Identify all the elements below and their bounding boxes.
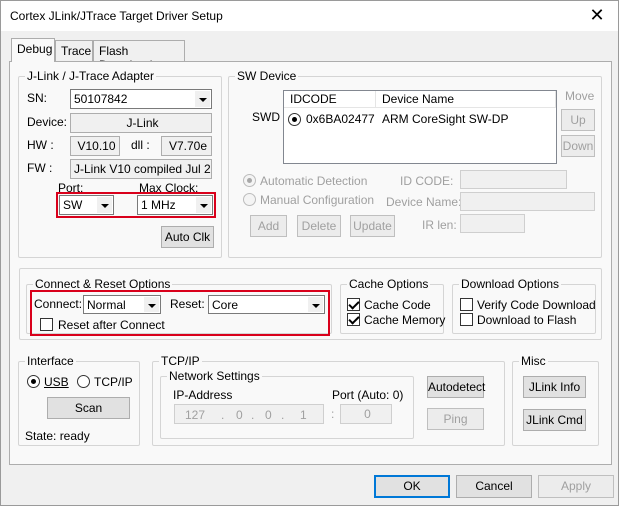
cache-memory-checkbox[interactable] [347, 313, 360, 326]
ping-button[interactable]: Ping [427, 408, 484, 430]
download-to-flash-checkbox[interactable] [460, 313, 473, 326]
dll-field: V7.70e [161, 136, 212, 156]
add-button[interactable]: Add [250, 215, 287, 237]
cache-options-group: Cache Options Cache Code Cache Memory [340, 277, 446, 334]
ip-octet-2: 0 [236, 408, 243, 422]
download-options-group: Download Options Verify Code Download Do… [452, 277, 596, 334]
usb-label: USB [44, 375, 69, 389]
sw-device-legend: SW Device [235, 69, 299, 83]
adapter-group: J-Link / J-Trace Adapter SN: 50107842 De… [18, 69, 222, 258]
tab-debug[interactable]: Debug [11, 38, 55, 62]
device-name-input[interactable] [460, 192, 595, 211]
row-device-name: ARM CoreSight SW-DP [382, 112, 509, 126]
ok-button[interactable]: OK [374, 475, 450, 498]
jlink-cmd-button[interactable]: JLink Cmd [523, 409, 586, 431]
ip-octet-3: 0 [265, 408, 272, 422]
network-settings-group: Network Settings IP-Address Port (Auto: … [160, 369, 414, 439]
move-up-button[interactable]: Up [561, 109, 595, 131]
misc-group: Misc JLink Info JLink Cmd [512, 354, 599, 446]
title-bar: Cortex JLink/JTrace Target Driver Setup … [1, 1, 618, 31]
jlink-info-button[interactable]: JLink Info [523, 376, 586, 398]
debug-tab-panel: J-Link / J-Trace Adapter SN: 50107842 De… [9, 61, 612, 465]
column-header-device-name[interactable]: Device Name [376, 91, 556, 108]
row-idcode: 0x6BA02477 [306, 112, 375, 126]
cache-code-label: Cache Code [364, 298, 431, 312]
verify-code-download-checkbox[interactable] [460, 298, 473, 311]
port-colon: : [331, 407, 335, 421]
ip-dot: . [251, 408, 255, 422]
network-settings-legend: Network Settings [167, 369, 262, 383]
port-auto-label: Port (Auto: 0) [332, 388, 404, 402]
idcode-input[interactable] [460, 170, 567, 189]
adapter-legend: J-Link / J-Trace Adapter [25, 69, 156, 83]
swd-row-label: SWD [252, 110, 280, 124]
sn-select[interactable]: 50107842 [70, 89, 212, 109]
tcpip-legend: TCP/IP [159, 354, 202, 368]
window-title: Cortex JLink/JTrace Target Driver Setup [10, 9, 223, 23]
sw-device-group: SW Device SWD IDCODE Device Name 0x6BA02… [228, 69, 602, 258]
connect-reset-legend: Connect & Reset Options [33, 277, 173, 291]
sw-device-table[interactable]: IDCODE Device Name 0x6BA02477 ARM CoreSi… [283, 90, 557, 164]
sn-value: 50107842 [74, 92, 128, 106]
automatic-detection-radio[interactable] [243, 174, 256, 187]
port-input[interactable]: 0 [340, 404, 392, 424]
sn-label: SN: [27, 91, 48, 105]
column-header-idcode[interactable]: IDCODE [284, 91, 376, 108]
interface-state: State: ready [25, 429, 90, 443]
move-label: Move [565, 89, 595, 103]
ip-dot: . [281, 408, 285, 422]
download-options-legend: Download Options [459, 277, 562, 291]
usb-radio[interactable] [27, 375, 40, 388]
apply-button[interactable]: Apply [538, 475, 614, 498]
tab-trace[interactable]: Trace [55, 40, 93, 62]
ip-octet-4: 1 [300, 408, 307, 422]
misc-legend: Misc [519, 354, 548, 368]
manual-configuration-label: Manual Configuration [260, 193, 375, 207]
port-clock-highlight [56, 192, 216, 218]
update-button[interactable]: Update [350, 215, 395, 237]
connect-reset-highlight [30, 290, 330, 336]
chevron-down-icon[interactable] [194, 91, 210, 107]
tcpip-radio[interactable] [77, 375, 90, 388]
interface-group: Interface USB TCP/IP Scan State: ready [18, 354, 140, 446]
ip-octet-1: 127 [185, 408, 206, 422]
ir-len-label: IR len: [422, 218, 457, 232]
autodetect-button[interactable]: Autodetect [427, 376, 485, 398]
automatic-detection-label: Automatic Detection [260, 174, 368, 188]
cache-options-legend: Cache Options [347, 277, 431, 291]
dll-label: dll : [131, 138, 150, 152]
verify-code-download-label: Verify Code Download [477, 298, 596, 312]
ip-address-input[interactable]: 127 . 0 . 0 . 1 [174, 404, 324, 424]
dialog-window: Cortex JLink/JTrace Target Driver Setup … [0, 0, 619, 506]
tcpip-radio-label: TCP/IP [94, 375, 133, 389]
close-icon[interactable]: ✕ [582, 3, 612, 29]
delete-button[interactable]: Delete [297, 215, 341, 237]
cache-code-checkbox[interactable] [347, 298, 360, 311]
scan-button[interactable]: Scan [47, 397, 130, 419]
fw-label: FW : [27, 161, 53, 175]
table-row[interactable]: 0x6BA02477 ARM CoreSight SW-DP [284, 109, 556, 129]
ir-len-input[interactable] [460, 214, 525, 233]
auto-clk-button[interactable]: Auto Clk [161, 226, 214, 248]
move-down-button[interactable]: Down [561, 135, 595, 157]
hw-label: HW : [27, 138, 54, 152]
device-field: J-Link [70, 113, 212, 133]
device-name-label: Device Name: [386, 195, 462, 209]
fw-field: J-Link V10 compiled Jul 22 20 [70, 159, 212, 179]
manual-configuration-radio[interactable] [243, 193, 256, 206]
ip-dot: . [221, 408, 225, 422]
download-to-flash-label: Download to Flash [477, 313, 577, 327]
cache-memory-label: Cache Memory [364, 313, 446, 327]
interface-legend: Interface [25, 354, 76, 368]
cancel-button[interactable]: Cancel [456, 475, 532, 498]
tcpip-group: TCP/IP Network Settings IP-Address Port … [152, 354, 505, 446]
hw-field: V10.10 [70, 136, 120, 156]
ip-address-label: IP-Address [173, 388, 233, 402]
tab-flash-download[interactable]: Flash Download [93, 40, 185, 72]
device-label: Device: [27, 115, 68, 129]
idcode-label: ID CODE: [400, 174, 454, 188]
row-select-radio[interactable] [288, 113, 301, 126]
